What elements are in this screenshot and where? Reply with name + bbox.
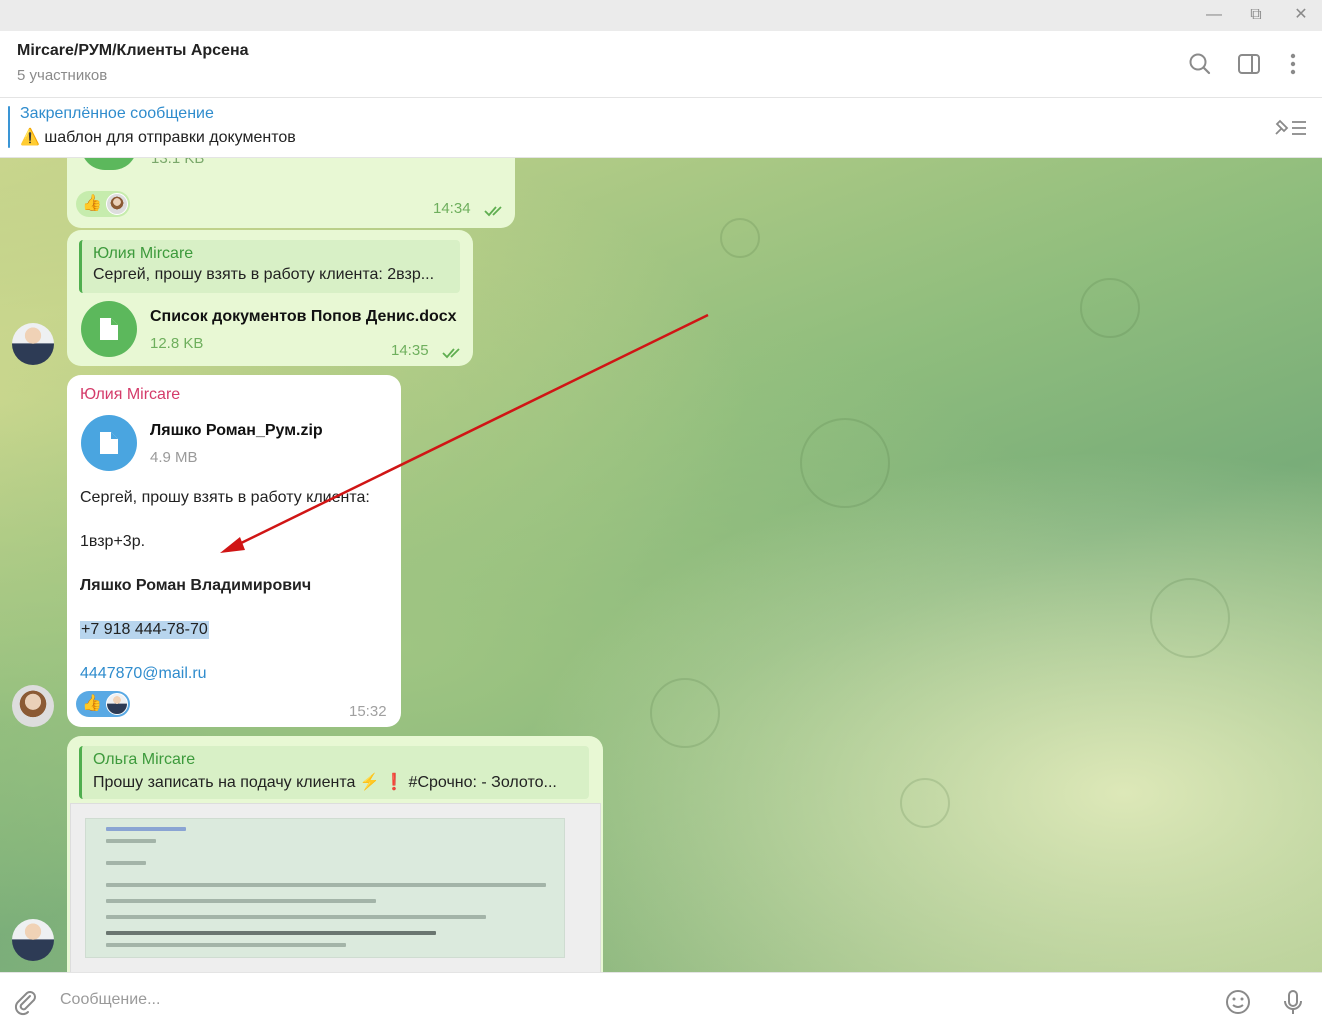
attach-icon[interactable] <box>11 988 39 1016</box>
emoji-icon[interactable] <box>1224 988 1252 1016</box>
pin-list-icon[interactable] <box>1272 116 1308 138</box>
chat-header: Mircare/РУМ/Клиенты Арсена 5 участников <box>0 31 1322 98</box>
chat-title[interactable]: Mircare/РУМ/Клиенты Арсена <box>17 42 249 60</box>
message-input[interactable]: Сообщение... <box>60 991 160 1009</box>
restore-button[interactable]: ⧉ <box>1244 4 1268 26</box>
pinned-text: ⚠️ шаблон для отправки документов <box>20 127 296 147</box>
pinned-message-bar[interactable]: Закреплённое сообщение ⚠️ шаблон для отп… <box>0 98 1322 158</box>
minimize-button[interactable]: — <box>1202 4 1226 26</box>
more-vertical-icon[interactable] <box>1280 51 1306 77</box>
search-icon[interactable] <box>1187 51 1213 77</box>
pinned-text-content: шаблон для отправки документов <box>44 129 296 146</box>
sidebar-toggle-icon[interactable] <box>1236 51 1262 77</box>
chat-history[interactable]: 13.1 KB 👍 14:34 Юлия Mircare Сергей, про… <box>0 158 1322 972</box>
pinned-indicator <box>8 106 10 148</box>
close-button[interactable]: ✕ <box>1289 4 1313 26</box>
participant-count[interactable]: 5 участников <box>17 67 107 84</box>
microphone-icon[interactable] <box>1279 988 1307 1016</box>
warning-emoji-icon: ⚠️ <box>20 129 40 146</box>
pinned-title: Закреплённое сообщение <box>20 105 214 122</box>
window-titlebar: — ⧉ ✕ <box>0 0 1322 31</box>
message-composer: Сообщение... <box>0 972 1322 1027</box>
annotation-arrow <box>220 313 709 553</box>
